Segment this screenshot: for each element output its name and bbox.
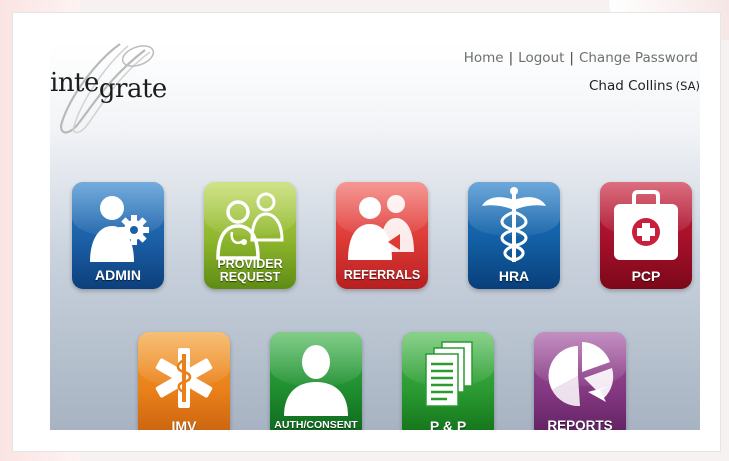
user-name: Chad Collins [588, 78, 673, 94]
tile-label: P & P [429, 418, 467, 430]
logout-link[interactable]: Logout [518, 50, 564, 66]
pie-chart-icon [548, 342, 614, 407]
auth-consent-tile[interactable]: AUTH/CONSENT [270, 332, 362, 430]
imv-tile[interactable]: IMV [138, 332, 230, 430]
referrals-tile[interactable]: REFERRALS [336, 182, 428, 289]
tile-label: PCP [631, 268, 661, 284]
tile-label: REPORTS [547, 418, 613, 430]
tile-label: REFERRALS [343, 268, 421, 282]
home-link[interactable]: Home [464, 50, 504, 66]
integrate-logo[interactable]: integrate [50, 42, 190, 137]
documents-icon [425, 341, 473, 407]
nav-separator: | [508, 50, 514, 66]
person-silhouette-icon [284, 345, 348, 416]
header-nav: Home | Logout | Change Password [464, 50, 698, 66]
user-role: (SA) [675, 79, 700, 93]
pcp-tile[interactable]: PCP [600, 182, 692, 289]
admin-tile[interactable]: ADMIN [72, 182, 164, 289]
logo-wordmark: integrate [50, 68, 167, 104]
tile-label-line1: PROVIDER [217, 257, 283, 271]
hra-tile[interactable]: HRA [468, 182, 560, 289]
tile-label: ADMIN [95, 267, 141, 283]
tile-label: AUTH/CONSENT [274, 419, 358, 430]
reports-tile[interactable]: REPORTS [534, 332, 626, 430]
provider-request-tile[interactable]: PROVIDER REQUEST [204, 182, 296, 289]
user-info: Chad Collins (SA) [589, 78, 700, 94]
app-panel: integrate Home | Logout | Change Password Ch… [50, 42, 700, 430]
star-of-life-icon [155, 348, 213, 408]
tile-label: IMV [171, 418, 197, 430]
change-password-link[interactable]: Change Password [579, 50, 698, 66]
nav-separator: | [569, 50, 574, 66]
tile-label: HRA [498, 268, 530, 284]
p-and-p-tile[interactable]: P & P [402, 332, 494, 430]
tile-label-line2: REQUEST [219, 270, 281, 284]
